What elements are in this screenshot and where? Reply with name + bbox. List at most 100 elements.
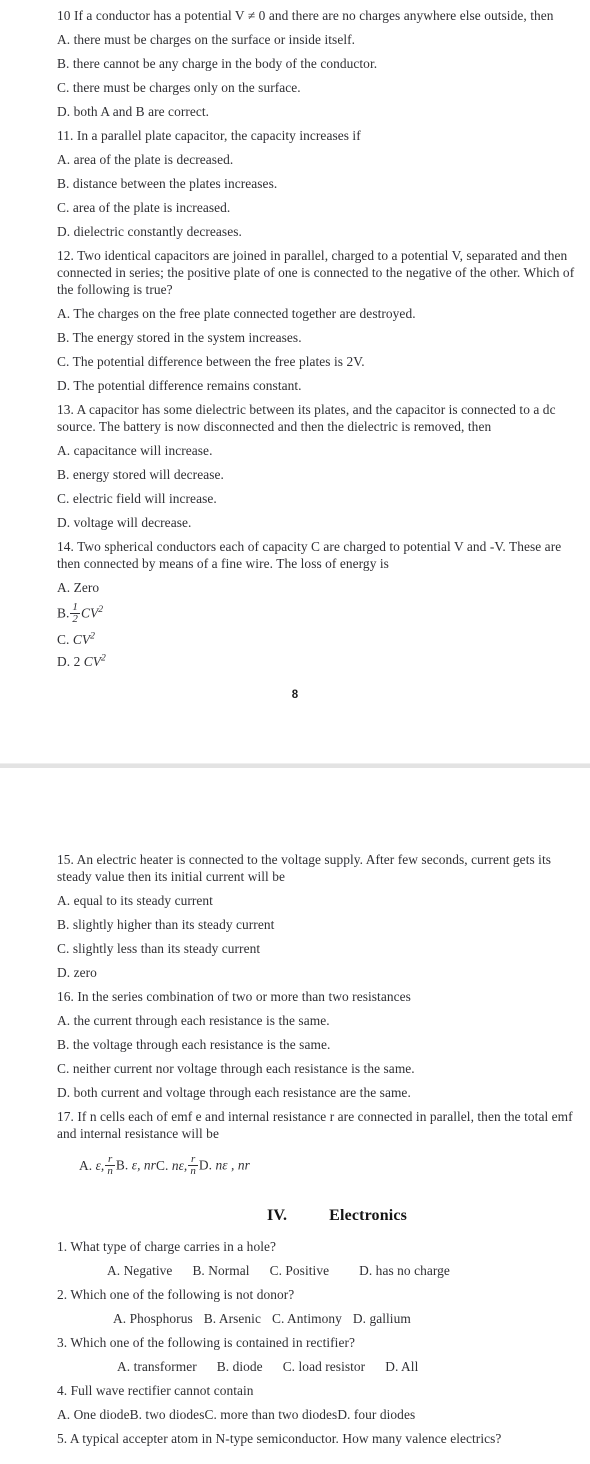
electronics-question-4-options-row: A. One diodeB. two diodesC. more than tw… (57, 1407, 590, 1422)
question-14-option-b-expr: CV (80, 605, 99, 621)
question-13-option-c: C. electric field will increase. (57, 491, 217, 506)
question-14-option-c-expr: CV (72, 632, 91, 648)
fraction-denominator: n (188, 1165, 198, 1178)
fraction-denominator: n (105, 1165, 115, 1178)
electronics-q3-option-a: A. transformer (117, 1359, 197, 1375)
section-heading-electronics: IV. Electronics (57, 1207, 590, 1225)
page-one-text-column: 10 If a conductor has a potential V ≠ 0 … (57, 8, 590, 669)
question-11-option-d: D. dielectric constantly decreases. (57, 224, 242, 239)
question-17-option-a-label: A. (79, 1157, 93, 1173)
question-11-option-a: A. area of the plate is decreased. (57, 152, 234, 167)
electronics-question-1-stem: 1. What type of charge carries in a hole… (57, 1239, 277, 1255)
question-12-stem-line-2: connected in series; the positive plate … (57, 265, 575, 280)
question-17-option-d: D. nε , nr (199, 1158, 250, 1173)
electronics-q1-option-b: B. Normal (192, 1263, 250, 1279)
question-14-option-d-label: D. (57, 654, 71, 670)
question-13-stem-line-2: source. The battery is now disconnected … (57, 419, 492, 434)
question-16-option-d: D. both current and voltage through each… (57, 1085, 411, 1100)
question-17-option-a-symbol: ε, (95, 1157, 105, 1173)
fraction-numerator: 1 (72, 601, 78, 613)
electronics-q1-option-a: A. Negative (107, 1263, 173, 1279)
page-number-folio: 8 (291, 689, 299, 701)
page-sheet-one: 10 If a conductor has a potential V ≠ 0 … (0, 0, 590, 763)
question-14-option-d-expr: CV (83, 654, 102, 670)
page-sheet-two: 15. An electric heater is connected to t… (0, 768, 590, 1464)
electronics-q1-option-d: D. has no charge (359, 1263, 450, 1279)
electronics-q2-option-c: C. Antimony (271, 1311, 342, 1327)
question-14-option-c-exponent: 2 (90, 630, 95, 642)
fraction-numerator: r (107, 1153, 113, 1165)
question-14-option-a: A. Zero (57, 580, 590, 595)
question-12-stem-line-1: 12. Two identical capacitors are joined … (57, 248, 568, 263)
fraction-denominator: 2 (70, 613, 80, 626)
question-17-option-b-label: B. (115, 1157, 129, 1173)
question-11-option-c: C. area of the plate is increased. (57, 200, 231, 215)
question-15-stem-line-1: 15. An electric heater is connected to t… (57, 852, 552, 867)
question-12-option-d: D. The potential difference remains cons… (57, 378, 302, 393)
question-12-option-a: A. The charges on the free plate connect… (57, 306, 416, 321)
electronics-q2-option-b: B. Arsenic (203, 1311, 261, 1327)
question-10-option-a: A. there must be charges on the surface … (57, 32, 356, 47)
question-14-option-a-text: Zero (73, 580, 100, 595)
question-17-option-c: C. nε, r n (155, 1153, 199, 1177)
question-14-option-b: B. 1 2 CV2 (57, 601, 590, 626)
electronics-q4-option-c: C. more than two diodes (204, 1407, 338, 1423)
question-16-option-b: B. the voltage through each resistance i… (57, 1037, 331, 1052)
question-10-stem: 10 If a conductor has a potential V ≠ 0 … (57, 8, 554, 23)
question-14-option-d-exponent: 2 (101, 652, 106, 664)
question-17-option-d-symbol: nε , nr (215, 1157, 250, 1173)
electronics-q4-option-d: D. four diodes (337, 1407, 416, 1423)
question-12-stem-line-3: the following is true? (57, 282, 173, 297)
question-16-option-c: C. neither current nor voltage through e… (57, 1061, 415, 1076)
electronics-q4-option-a: A. One diode (57, 1407, 130, 1423)
electronics-question-2-options-row: A. Phosphorus B. Arsenic C. Antimony D. gal… (57, 1311, 590, 1326)
question-15-option-d: D. zero (57, 965, 97, 980)
question-14-stem-line-1: 14. Two spherical conductors each of cap… (57, 539, 562, 554)
electronics-q4-option-b: B. two diodes (129, 1407, 205, 1423)
question-11-stem: 11. In a parallel plate capacitor, the c… (57, 128, 361, 143)
question-15-option-c: C. slightly less than its steady current (57, 941, 261, 956)
question-17-option-a: A. ε, r n (79, 1153, 116, 1177)
question-12-option-b: B. The energy stored in the system incre… (57, 330, 302, 345)
question-15-option-a: A. equal to its steady current (57, 893, 213, 908)
question-14-option-c: C. CV2 (57, 630, 590, 648)
electronics-q2-option-d: D. gallium (352, 1311, 411, 1327)
question-17-options-row: A. ε, r n B. ε, nrC. nε, r n D. nε , nr (57, 1153, 590, 1177)
question-13-option-d: D. voltage will decrease. (57, 515, 192, 530)
question-12-option-c: C. The potential difference between the … (57, 354, 365, 369)
section-numeral: IV. (266, 1207, 288, 1225)
page-two-text-column: 15. An electric heater is connected to t… (57, 852, 590, 1446)
question-10-option-d: D. both A and B are correct. (57, 104, 210, 119)
electronics-q2-option-a: A. Phosphorus (113, 1311, 193, 1327)
question-15-stem-line-2: steady value then its initial current wi… (57, 869, 285, 884)
question-17-stem-line-2: and internal resistance will be (57, 1126, 219, 1141)
question-16-option-a: A. the current through each resistance i… (57, 1013, 330, 1028)
one-half-fraction: 12 (70, 601, 80, 626)
question-17-option-d-label: D. (198, 1157, 213, 1173)
question-17-option-b-symbol: ε, nr (131, 1157, 156, 1173)
question-17-stem-line-1: 17. If n cells each of emf e and interna… (57, 1109, 573, 1124)
question-13-stem-line-1: 13. A capacitor has some dielectric betw… (57, 402, 556, 417)
r-over-n-fraction-c: rn (188, 1153, 198, 1178)
question-14-option-b-exponent: 2 (98, 604, 104, 616)
section-title: Electronics (329, 1207, 408, 1225)
electronics-question-4-stem: 4. Full wave rectifier cannot contain (57, 1383, 254, 1399)
question-10-option-b: B. there cannot be any charge in the bod… (57, 56, 378, 71)
question-15-option-b: B. slightly higher than its steady curre… (57, 917, 275, 932)
question-17-option-c-symbol: nε, (171, 1157, 188, 1173)
r-over-n-fraction-a: rn (105, 1153, 115, 1178)
question-11-option-b: B. distance between the plates increases… (57, 176, 278, 191)
question-14-option-c-label: C. (57, 632, 70, 648)
electronics-question-1-options-row: A. Negative B. Normal C. Positive D. has no… (57, 1263, 590, 1278)
question-14-option-b-label: B. (57, 605, 70, 621)
question-14-option-a-label: A. (57, 580, 71, 595)
question-17-option-c-label: C. (155, 1157, 169, 1173)
electronics-q1-option-c: C. Positive (269, 1263, 330, 1279)
question-13-option-b: B. energy stored will decrease. (57, 467, 224, 482)
electronics-question-3-stem: 3. Which one of the following is contain… (57, 1335, 356, 1351)
electronics-question-5-stem: 5. A typical accepter atom in N-type sem… (57, 1431, 502, 1447)
question-14-option-d: D. 2 CV2 (57, 652, 590, 670)
question-17-option-b: B. ε, nr (116, 1158, 156, 1173)
question-16-stem: 16. In the series combination of two or … (57, 989, 411, 1004)
question-13-option-a: A. capacitance will increase. (57, 443, 213, 458)
